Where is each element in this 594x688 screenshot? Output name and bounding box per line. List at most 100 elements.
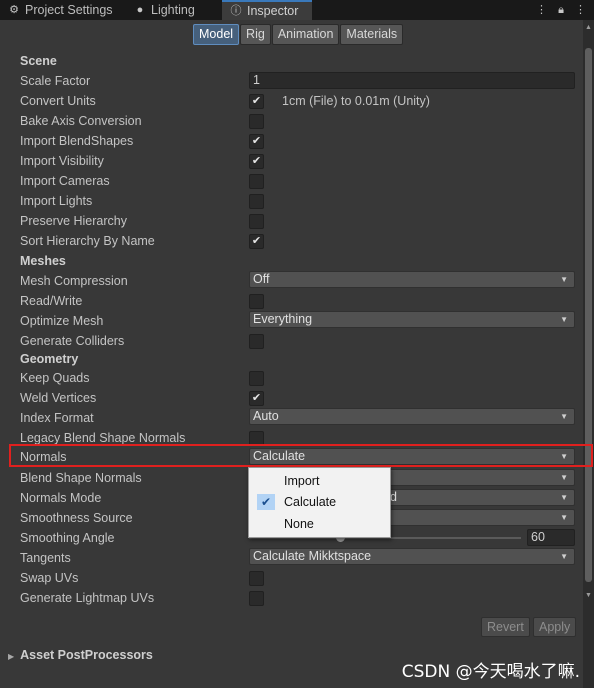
smoothing-angle-label: Smoothing Angle: [20, 531, 115, 545]
checkmark-icon: ✔: [251, 235, 262, 247]
checkmark-icon: ✔: [251, 95, 262, 107]
asset-postprocessors-foldout[interactable]: ▶ Asset PostProcessors: [8, 646, 153, 664]
chevron-down-icon: ▼: [560, 473, 568, 482]
read-write-label: Read/Write: [20, 294, 83, 308]
mesh-compression-label: Mesh Compression: [20, 274, 128, 288]
apply-button[interactable]: Apply: [533, 617, 577, 637]
checkmark-icon: ✔: [257, 494, 275, 510]
menu-icon[interactable]: ⋮: [575, 4, 586, 16]
normals-highlight-box: [9, 444, 593, 467]
sort-hierarchy-checkbox[interactable]: ✔: [249, 234, 264, 249]
tab-lighting[interactable]: ● Lighting: [126, 0, 221, 20]
normals-mode-label: Normals Mode: [20, 491, 102, 505]
chevron-down-icon: ▼: [560, 493, 568, 502]
subtab-model[interactable]: Model: [193, 24, 240, 45]
dropdown-value: d: [390, 490, 397, 504]
import-cameras-checkbox[interactable]: [249, 174, 264, 189]
revert-button[interactable]: Revert: [481, 617, 530, 637]
chevron-down-icon: ▼: [560, 552, 568, 561]
dropdown-value: Calculate Mikktspace: [253, 549, 372, 563]
chevron-down-icon: ▼: [560, 513, 568, 522]
swap-uvs-label: Swap UVs: [20, 571, 79, 585]
tangents-dropdown[interactable]: Calculate Mikktspace ▼: [249, 548, 575, 565]
scroll-down-icon[interactable]: ▼: [585, 592, 592, 599]
weld-vertices-checkbox[interactable]: ✔: [249, 391, 264, 406]
smoothing-angle-input[interactable]: 60: [527, 529, 575, 546]
more-icon[interactable]: ⋮: [536, 4, 547, 16]
checkmark-icon: ✔: [251, 392, 262, 404]
import-blendshapes-checkbox[interactable]: ✔: [249, 134, 264, 149]
chevron-down-icon: ▼: [560, 315, 568, 324]
swap-uvs-checkbox[interactable]: [249, 571, 264, 586]
bake-axis-label: Bake Axis Conversion: [20, 114, 142, 128]
keep-quads-checkbox[interactable]: [249, 371, 264, 386]
tangents-label: Tangents: [20, 551, 71, 565]
read-write-checkbox[interactable]: [249, 294, 264, 309]
tab-project-settings[interactable]: ⚙ Project Settings: [0, 0, 125, 20]
option-label: Import: [284, 474, 320, 488]
gear-icon: ⚙: [9, 4, 19, 16]
import-cameras-label: Import Cameras: [20, 174, 110, 188]
section-scene: Scene: [20, 54, 57, 68]
normals-popup-menu: Import ✔ Calculate None: [248, 467, 391, 538]
triangle-right-icon: ▶: [8, 652, 15, 661]
keep-quads-label: Keep Quads: [20, 371, 90, 385]
import-blendshapes-label: Import BlendShapes: [20, 134, 134, 148]
section-meshes: Meshes: [20, 254, 66, 268]
option-label: Calculate: [284, 495, 337, 509]
foldout-label: Asset PostProcessors: [20, 648, 153, 662]
mesh-compression-dropdown[interactable]: Off ▼: [249, 271, 575, 288]
watermark: CSDN @今天喝水了嘛.: [401, 662, 580, 682]
chevron-down-icon: ▼: [560, 412, 568, 421]
generate-colliders-label: Generate Colliders: [20, 334, 125, 348]
dropdown-value: Everything: [253, 312, 313, 326]
subtab-animation[interactable]: Animation: [271, 24, 340, 45]
import-lights-label: Import Lights: [20, 194, 93, 208]
lightmap-uvs-label: Generate Lightmap UVs: [20, 591, 155, 605]
vertical-scrollbar[interactable]: ▲ ▼: [583, 20, 594, 688]
lock-icon[interactable]: 🔒︎: [558, 4, 564, 16]
popup-option-import[interactable]: Import: [249, 470, 390, 492]
convert-units-label: Convert Units: [20, 94, 96, 108]
scrollbar-thumb[interactable]: [585, 48, 592, 582]
blend-shape-normals-label: Blend Shape Normals: [20, 471, 142, 485]
option-label: None: [284, 517, 314, 531]
window-tab-bar: ⚙ Project Settings ● Lighting ⓘ Inspecto…: [0, 0, 594, 20]
convert-units-checkbox[interactable]: ✔: [249, 94, 264, 109]
lightmap-uvs-checkbox[interactable]: [249, 591, 264, 606]
convert-units-note: 1cm (File) to 0.01m (Unity): [282, 94, 430, 108]
import-visibility-checkbox[interactable]: ✔: [249, 154, 264, 169]
importer-tabs: Model Rig Animation Materials: [193, 24, 404, 45]
import-lights-checkbox[interactable]: [249, 194, 264, 209]
index-format-dropdown[interactable]: Auto ▼: [249, 408, 575, 425]
checkmark-icon: ✔: [251, 135, 262, 147]
dropdown-value: Off: [253, 272, 270, 286]
lightbulb-icon: ●: [136, 4, 144, 16]
weld-vertices-label: Weld Vertices: [20, 391, 97, 405]
popup-option-none[interactable]: None: [249, 513, 390, 535]
subtab-materials[interactable]: Materials: [340, 24, 404, 45]
preserve-hierarchy-checkbox[interactable]: [249, 214, 264, 229]
tab-inspector[interactable]: ⓘ Inspector: [222, 0, 312, 20]
scroll-up-icon[interactable]: ▲: [585, 24, 592, 31]
chevron-down-icon: ▼: [560, 275, 568, 284]
checkmark-icon: ✔: [251, 155, 262, 167]
dropdown-value: Auto: [253, 409, 279, 423]
tab-label: Project Settings: [25, 3, 113, 17]
scale-factor-label: Scale Factor: [20, 74, 91, 88]
sort-hierarchy-label: Sort Hierarchy By Name: [20, 234, 155, 248]
optimize-mesh-label: Optimize Mesh: [20, 314, 104, 328]
section-geometry: Geometry: [20, 352, 79, 366]
tab-label: Lighting: [151, 3, 195, 17]
popup-option-calculate[interactable]: ✔ Calculate: [249, 491, 390, 513]
info-icon: ⓘ: [230, 5, 242, 17]
generate-colliders-checkbox[interactable]: [249, 334, 264, 349]
subtab-rig[interactable]: Rig: [240, 24, 271, 45]
index-format-label: Index Format: [20, 411, 94, 425]
preserve-hierarchy-label: Preserve Hierarchy: [20, 214, 127, 228]
optimize-mesh-dropdown[interactable]: Everything ▼: [249, 311, 575, 328]
bake-axis-checkbox[interactable]: [249, 114, 264, 129]
smoothness-source-label: Smoothness Source: [20, 511, 133, 525]
import-visibility-label: Import Visibility: [20, 154, 104, 168]
scale-factor-input[interactable]: 1: [249, 72, 575, 89]
